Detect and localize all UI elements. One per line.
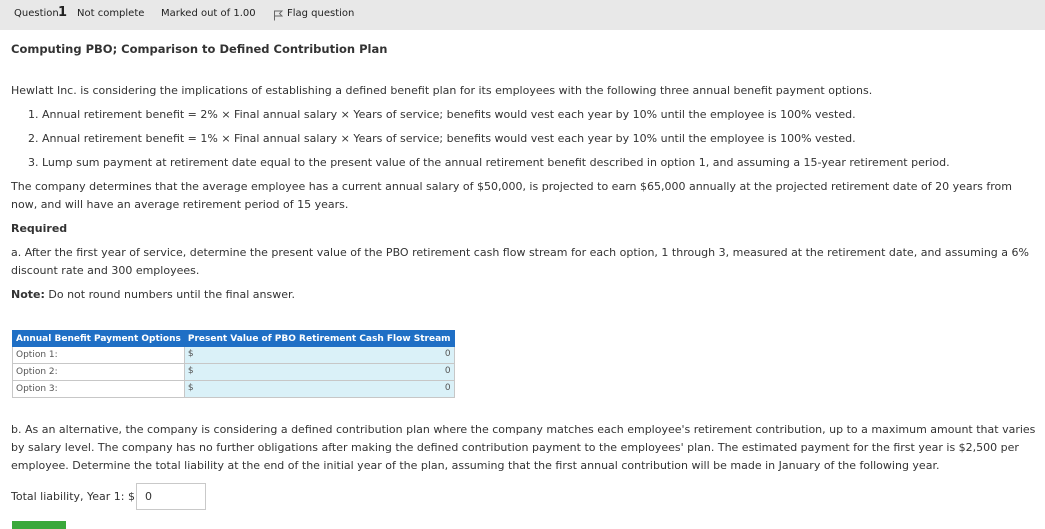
- question-number: 1: [58, 5, 68, 20]
- option-3-text: 3. Lump sum payment at retirement date e…: [28, 156, 950, 169]
- table-row: Option 1: $ 0: [12, 346, 455, 364]
- note-label: Note:: [11, 288, 45, 301]
- question-mark: Marked out of 1.00: [161, 8, 256, 19]
- question-status: Not complete: [77, 8, 145, 19]
- option-2-input[interactable]: $ 0: [183, 363, 455, 381]
- required-heading: Required: [11, 222, 68, 235]
- flag-icon[interactable]: [273, 10, 283, 21]
- currency-symbol: $: [187, 349, 194, 359]
- intro-text: Hewlatt Inc. is considering the implicat…: [11, 84, 873, 97]
- company-text: The company determines that the average …: [11, 180, 1012, 211]
- question-label: Question: [14, 8, 59, 19]
- option-2-label: Option 2:: [12, 363, 185, 381]
- currency-symbol: $: [187, 366, 194, 376]
- option-2-text: 2. Annual retirement benefit = 1% × Fina…: [28, 132, 856, 145]
- option-3-label: Option 3:: [12, 380, 185, 398]
- question-title: Computing PBO; Comparison to Defined Con…: [11, 42, 388, 56]
- check-button[interactable]: [12, 521, 66, 529]
- table-row: Option 3: $ 0: [12, 380, 455, 398]
- option-3-value: 0: [444, 383, 451, 393]
- currency-symbol: $: [187, 383, 194, 393]
- option-1-value: 0: [444, 349, 451, 359]
- option-2-value: 0: [444, 366, 451, 376]
- option-1-label: Option 1:: [12, 346, 185, 364]
- table-row: Option 2: $ 0: [12, 363, 455, 381]
- total-liability-label: Total liability, Year 1: $: [11, 490, 135, 503]
- note-text: Do not round numbers until the final ans…: [48, 288, 296, 301]
- question-info-bar: Question 1 Not complete Marked out of 1.…: [0, 0, 1045, 30]
- option-1-input[interactable]: $ 0: [183, 346, 455, 364]
- part-a-text: a. After the first year of service, dete…: [11, 246, 1029, 277]
- part-b-text: b. As an alternative, the company is con…: [11, 423, 1036, 472]
- table-header-options: Annual Benefit Payment Options: [12, 330, 185, 347]
- pv-table: Annual Benefit Payment Options Present V…: [12, 330, 455, 398]
- total-liability-input[interactable]: 0: [136, 483, 206, 510]
- table-header-pv: Present Value of PBO Retirement Cash Flo…: [183, 330, 455, 347]
- option-1-text: 1. Annual retirement benefit = 2% × Fina…: [28, 108, 856, 121]
- flag-question-link[interactable]: Flag question: [287, 8, 354, 19]
- note-line: Note: Do not round numbers until the fin…: [11, 286, 295, 304]
- option-3-input[interactable]: $ 0: [183, 380, 455, 398]
